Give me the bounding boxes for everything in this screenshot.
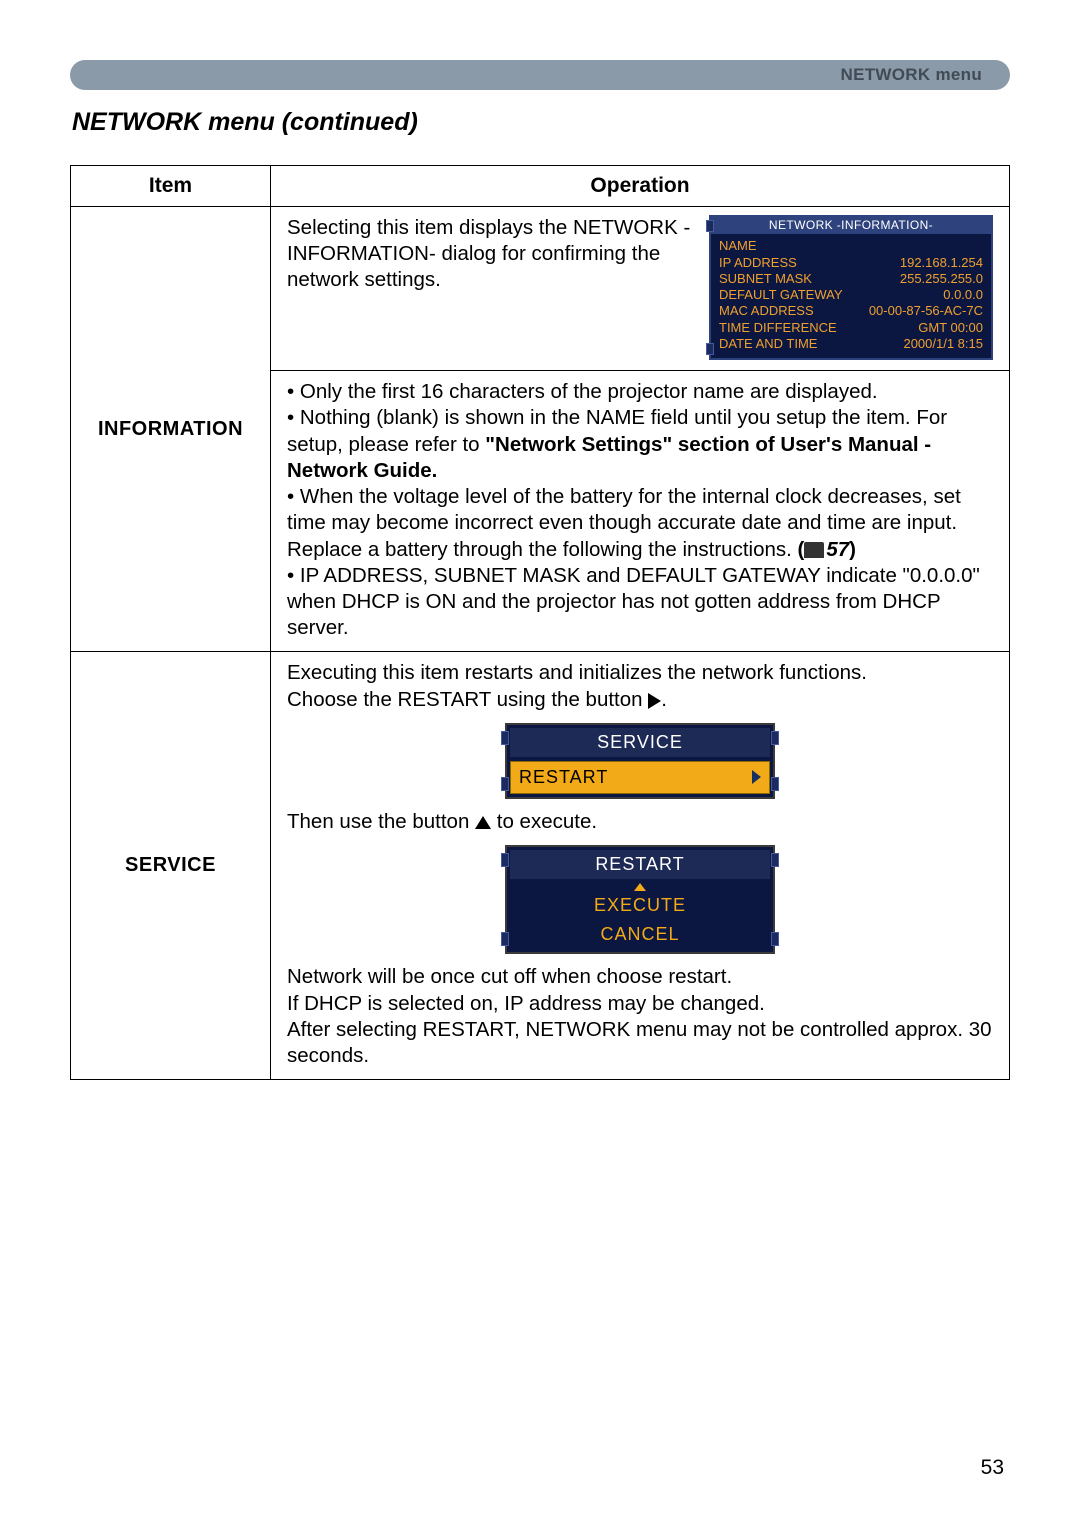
service-text: If DHCP is selected on, IP address may b…: [287, 991, 993, 1017]
header-label: NETWORK menu: [841, 60, 982, 90]
manual-ref-icon: [804, 542, 824, 558]
osd-handle-icon: [501, 853, 509, 867]
dialog-row: DATE AND TIME2000/1/1 8:15: [719, 336, 983, 352]
information-intro-cell: Selecting this item displays the NETWORK…: [271, 207, 1010, 371]
osd-handle-icon: [771, 777, 779, 791]
osd-restart-menu: RESTART EXECUTE CANCEL: [505, 845, 775, 954]
osd-handle-icon: [501, 932, 509, 946]
col-item-header: Item: [71, 166, 271, 207]
header-bar: NETWORK menu: [70, 60, 1010, 90]
page-number: 53: [981, 1456, 1004, 1480]
information-intro-text: Selecting this item displays the NETWORK…: [287, 215, 691, 360]
service-text: Network will be once cut off when choose…: [287, 964, 993, 990]
note-line: • Only the first 16 characters of the pr…: [287, 379, 993, 405]
osd-title: SERVICE: [510, 728, 770, 757]
information-notes-cell: • Only the first 16 characters of the pr…: [271, 371, 1010, 652]
item-service: SERVICE: [71, 652, 271, 1080]
osd-service-menu: SERVICE RESTART: [505, 723, 775, 799]
section-title: NETWORK menu (continued): [72, 108, 1010, 137]
note-line: • Nothing (blank) is shown in the NAME f…: [287, 405, 993, 484]
right-arrow-icon: [648, 693, 661, 709]
dialog-row: NAME: [719, 238, 983, 254]
osd-selected-option: RESTART: [510, 761, 770, 794]
up-arrow-icon: [634, 883, 646, 891]
service-text: Then use the button to execute.: [287, 809, 993, 835]
note-line: • When the voltage level of the battery …: [287, 484, 993, 563]
network-info-dialog: NETWORK -INFORMATION- NAME IP ADDRESS192…: [709, 215, 993, 360]
osd-handle-icon: [771, 853, 779, 867]
dialog-row: IP ADDRESS192.168.1.254: [719, 255, 983, 271]
note-line: • IP ADDRESS, SUBNET MASK and DEFAULT GA…: [287, 563, 993, 642]
service-text: After selecting RESTART, NETWORK menu ma…: [287, 1017, 993, 1069]
osd-option: CANCEL: [510, 920, 770, 949]
osd-option: EXECUTE: [510, 891, 770, 920]
service-text: Executing this item restarts and initial…: [287, 660, 993, 686]
osd-handle-icon: [771, 731, 779, 745]
page: NETWORK menu NETWORK menu (continued) It…: [0, 0, 1080, 1526]
up-arrow-icon: [475, 816, 491, 829]
service-cell: Executing this item restarts and initial…: [271, 652, 1010, 1080]
menu-table: Item Operation INFORMATION Selecting thi…: [70, 165, 1010, 1080]
osd-title: RESTART: [510, 850, 770, 879]
dialog-handle-icon: [706, 343, 714, 355]
dialog-handle-icon: [706, 220, 714, 232]
dialog-row: SUBNET MASK255.255.255.0: [719, 271, 983, 287]
osd-handle-icon: [501, 731, 509, 745]
dialog-row: MAC ADDRESS00-00-87-56-AC-7C: [719, 303, 983, 319]
osd-handle-icon: [771, 932, 779, 946]
osd-handle-icon: [501, 777, 509, 791]
service-text: Choose the RESTART using the button .: [287, 687, 993, 713]
right-arrow-icon: [752, 770, 761, 784]
dialog-title: NETWORK -INFORMATION-: [711, 217, 991, 234]
dialog-row: DEFAULT GATEWAY0.0.0.0: [719, 287, 983, 303]
item-information: INFORMATION: [71, 207, 271, 652]
col-operation-header: Operation: [271, 166, 1010, 207]
dialog-row: TIME DIFFERENCEGMT 00:00: [719, 320, 983, 336]
dialog-body: NAME IP ADDRESS192.168.1.254 SUBNET MASK…: [711, 234, 991, 358]
